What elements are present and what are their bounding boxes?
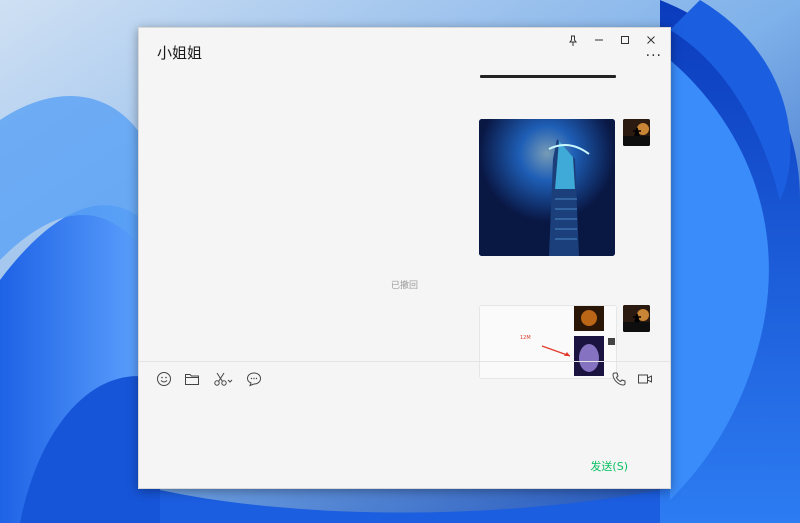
message-list[interactable]: 已撤回 12M [139, 72, 670, 388]
avatar[interactable] [623, 305, 650, 332]
phone-icon [612, 372, 626, 386]
voice-call-button[interactable] [610, 370, 628, 388]
avatar-silhouette-icon [623, 119, 650, 146]
maximize-button[interactable] [612, 30, 638, 50]
window-controls [560, 30, 664, 50]
tower-photo [479, 119, 615, 256]
folder-icon [185, 374, 199, 385]
screenshot-button[interactable] [211, 370, 235, 388]
minimize-button[interactable] [586, 30, 612, 50]
video-icon [638, 374, 652, 384]
call-toolbar [610, 370, 654, 388]
pin-icon [569, 35, 577, 46]
image-message[interactable] [479, 119, 615, 256]
chat-title: 小姐姐 [157, 44, 203, 62]
close-button[interactable] [638, 30, 664, 50]
pin-button[interactable] [560, 30, 586, 50]
previous-message-edge [480, 75, 616, 78]
card-annotation: 12M [520, 335, 531, 341]
emoji-button[interactable] [155, 370, 173, 388]
maximize-icon [621, 36, 629, 44]
recalled-notice: 已撤回 [390, 281, 418, 291]
screenshot-message[interactable]: 12M [479, 305, 617, 379]
more-options-button[interactable]: ··· [646, 48, 662, 64]
avatar-silhouette-icon [623, 305, 650, 332]
send-button[interactable]: 发送(S) [590, 458, 628, 474]
avatar[interactable] [623, 119, 650, 146]
emoji-icon [157, 372, 171, 386]
composer-divider [139, 361, 670, 362]
chat-history-button[interactable] [245, 370, 263, 388]
file-button[interactable] [183, 370, 201, 388]
video-call-button[interactable] [636, 370, 654, 388]
close-icon [647, 36, 655, 44]
screenshot-thumbnail [480, 306, 616, 378]
minimize-icon [595, 39, 603, 41]
composer-toolbar [155, 370, 263, 388]
chat-window: 小姐姐 ··· 已撤回 12M 发送(S) [138, 27, 671, 489]
chat-history-icon [246, 372, 262, 387]
scissors-icon [214, 372, 233, 386]
